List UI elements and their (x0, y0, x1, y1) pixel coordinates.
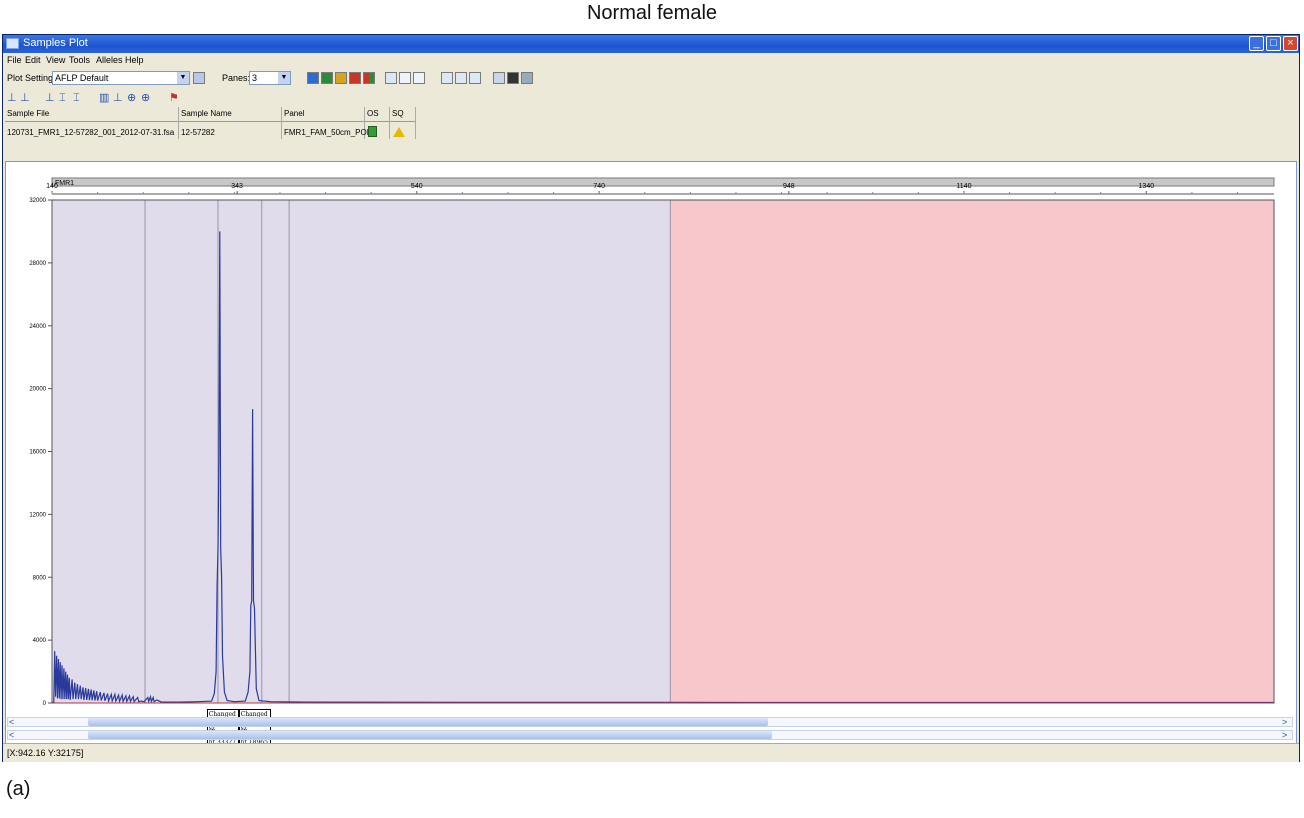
y-tick-label: 12000 (29, 512, 46, 518)
chevron-down-icon: ▼ (177, 72, 189, 84)
col-os[interactable]: OS (367, 109, 379, 118)
table-view-icon[interactable] (493, 72, 505, 84)
toolbar-top: Plot Setting: AFLP Default ▼ Panes: 3 ▼ (3, 68, 1299, 90)
cell-sample-file: 120731_FMR1_12-57282_001_2012-07-31.fsa (7, 128, 175, 137)
chevron-down-icon: ▼ (278, 72, 290, 84)
x-tick-label: 948 (783, 183, 795, 190)
toolbar-bottom: ⊥ ⊥ ⊥ ⌶ ⌶ ▥ ⊥ ⊕ ⊕ ⚑ (3, 90, 1299, 106)
close-button[interactable]: × (1283, 36, 1298, 51)
menu-tools[interactable]: Tools (69, 55, 90, 65)
bins-icon[interactable]: ▥ (99, 92, 109, 104)
col-panel[interactable]: Panel (284, 109, 304, 118)
column-divider (415, 107, 416, 139)
col-sample-file[interactable]: Sample File (7, 109, 49, 118)
menu-edit[interactable]: Edit (25, 55, 41, 65)
plot-area[interactable]: FMR1 140 343 540 740 948 1140 1340 32000 28000 240… (5, 161, 1297, 749)
x-tick-label: 343 (231, 183, 243, 190)
scrollbar-thumb[interactable] (88, 731, 772, 739)
col-sq[interactable]: SQ (392, 109, 404, 118)
samples-plot-window: Samples Plot _ □ × File Edit View Tools … (2, 34, 1300, 762)
plot-view-icon[interactable] (399, 72, 411, 84)
green-dye-icon[interactable] (321, 72, 333, 84)
col-sample-name[interactable]: Sample Name (181, 109, 232, 118)
panes-value: 3 (252, 73, 258, 83)
y-tick-label: 24000 (29, 324, 46, 330)
zoom-out-icon[interactable]: ⊥ (20, 92, 30, 104)
figure-title: Normal female (586, 2, 718, 24)
x-tick-label: 140 (46, 183, 58, 190)
panes-select[interactable]: 3 ▼ (249, 71, 291, 85)
cell-sample-name: 12-57282 (181, 128, 215, 137)
orange-dye-icon[interactable] (363, 72, 375, 84)
panes-label: Panes: (222, 73, 251, 83)
y-tick-label: 8000 (33, 575, 47, 581)
x-tick-label: 740 (593, 183, 605, 190)
y-tick-label: 0 (43, 701, 47, 707)
scroll-right-icon[interactable]: > (1282, 730, 1287, 740)
label-peaks-icon[interactable]: ⊥ (45, 92, 55, 104)
bin-region-1 (670, 200, 1274, 703)
table-row[interactable]: 120731_FMR1_12-57282_001_2012-07-31.fsa … (5, 125, 415, 139)
y-tick-label: 28000 (29, 261, 46, 267)
window-title: Samples Plot (23, 37, 88, 49)
menu-bar: File Edit View Tools Alleles Help (3, 54, 1299, 67)
x-tick-label: 1140 (956, 183, 971, 190)
stack-icon[interactable] (455, 72, 467, 84)
scroll-left-icon[interactable]: < (9, 717, 14, 727)
warning-triangle-icon (393, 127, 405, 137)
figure-label: (a) (6, 778, 31, 800)
delete-allele-icon[interactable]: ⌶ (73, 92, 80, 104)
sizing-table-icon[interactable] (385, 72, 397, 84)
marker-edit-icon[interactable]: ⊕ (141, 92, 150, 104)
plot-settings-editor-icon[interactable] (193, 72, 205, 84)
y-tick-label: 16000 (29, 450, 46, 456)
y-tick-label: 32000 (29, 198, 46, 204)
electropherogram: FMR1140 343 540 740 948 1140 1340 32000 28000 240… (29, 177, 1275, 707)
scroll-left-icon[interactable]: < (9, 730, 14, 740)
plot-setting-label: Plot Setting: (7, 73, 56, 83)
separate-icon[interactable] (469, 72, 481, 84)
x-tick-label: 1340 (1139, 183, 1155, 190)
plot-setting-select[interactable]: AFLP Default ▼ (52, 71, 190, 85)
print-icon[interactable] (521, 72, 533, 84)
horizontal-scrollbar-1[interactable]: < > (7, 717, 1293, 727)
blue-dye-icon[interactable] (307, 72, 319, 84)
title-bar: Samples Plot _ □ × (3, 35, 1299, 53)
app-icon (6, 38, 19, 49)
flag-icon[interactable]: ⚑ (169, 92, 179, 104)
add-allele-icon[interactable]: ⌶ (59, 92, 66, 104)
menu-help[interactable]: Help (125, 55, 144, 65)
scrollbar-thumb[interactable] (88, 718, 768, 726)
scroll-right-icon[interactable]: > (1282, 717, 1287, 727)
zoom-in-icon[interactable]: ⊥ (7, 92, 17, 104)
green-ok-icon (368, 126, 377, 137)
panel-label: FMR1 (55, 180, 74, 187)
cell-panel: FMR1_FAM_50cm_POP (284, 128, 373, 137)
red-dye-icon[interactable] (349, 72, 361, 84)
menu-view[interactable]: View (46, 55, 65, 65)
minimize-button[interactable]: _ (1249, 36, 1264, 51)
export-icon[interactable] (507, 72, 519, 84)
cursor-coordinates: [X:942.16 Y:32175] (7, 748, 84, 758)
y-tick-label: 20000 (29, 387, 46, 393)
peaks-view-icon[interactable] (413, 72, 425, 84)
menu-alleles[interactable]: Alleles (96, 55, 123, 65)
maximize-button[interactable]: □ (1266, 36, 1281, 51)
marker-icon[interactable]: ⊕ (127, 92, 136, 104)
x-tick-label: 540 (411, 183, 423, 190)
menu-file[interactable]: File (7, 55, 22, 65)
horizontal-scrollbar-2[interactable]: < > (7, 730, 1293, 740)
y-tick-label: 4000 (33, 638, 47, 644)
bins-view-icon[interactable]: ⊥ (113, 92, 123, 104)
table-header: Sample File Sample Name Panel OS SQ (5, 107, 415, 122)
status-bar: [X:942.16 Y:32175] (3, 743, 1299, 762)
plot-setting-value: AFLP Default (55, 73, 109, 83)
overlay-icon[interactable] (441, 72, 453, 84)
yellow-dye-icon[interactable] (335, 72, 347, 84)
